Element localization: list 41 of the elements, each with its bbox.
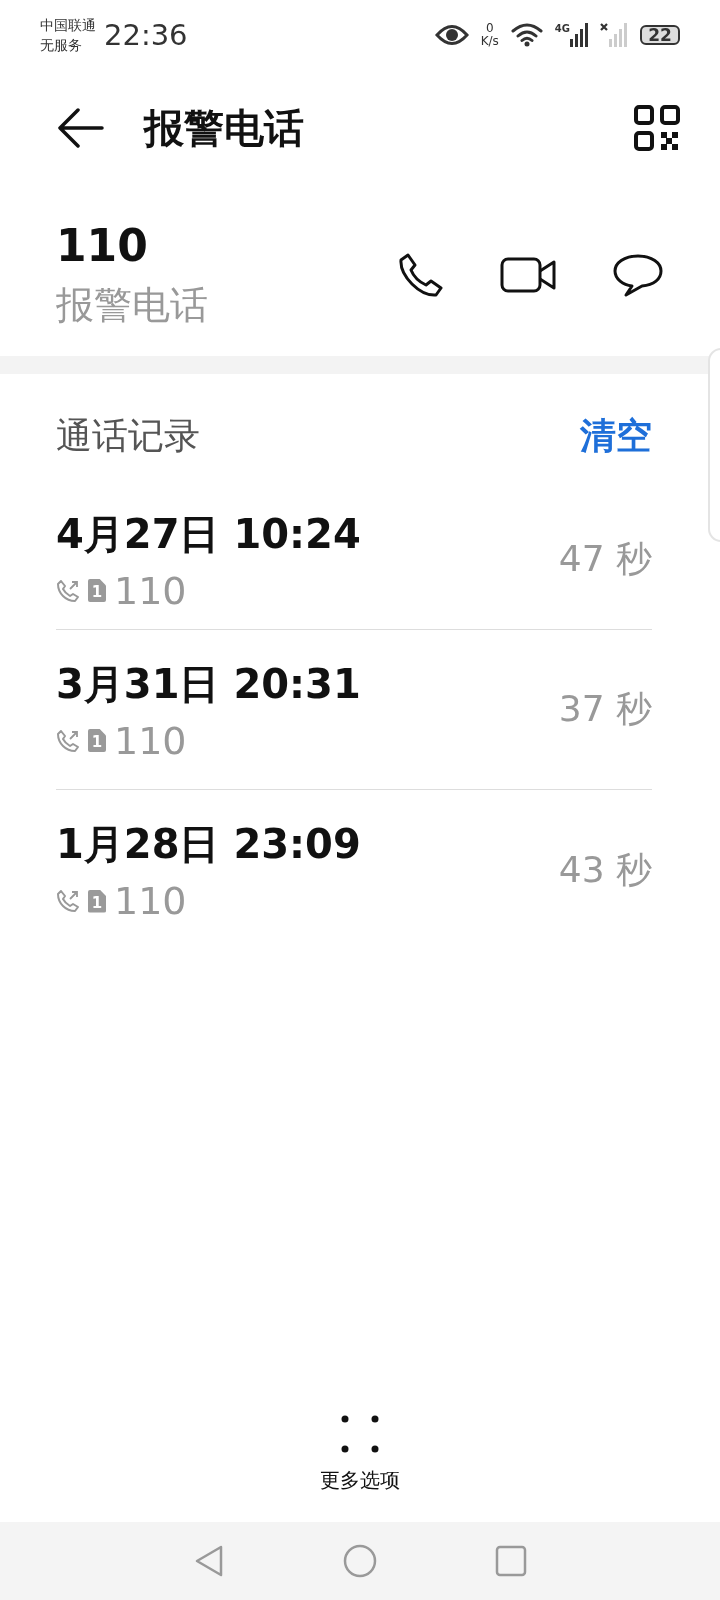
clock: 22:36: [104, 18, 188, 52]
eye-icon: [434, 24, 469, 46]
service-status: 无服务: [40, 36, 83, 55]
qr-code-icon[interactable]: [634, 105, 680, 151]
network-type: 4G: [554, 23, 570, 34]
call-number: 110: [114, 568, 187, 613]
call-datetime: 1月28日 23:09: [56, 820, 362, 869]
call-duration: 43 秒: [558, 847, 652, 892]
battery-indicator: 22: [640, 25, 680, 45]
outgoing-call-icon: [56, 728, 80, 753]
call-datetime: 3月31日 20:31: [56, 659, 362, 709]
call-duration: 47 秒: [558, 537, 652, 581]
speed-value: 0: [485, 22, 494, 35]
message-icon[interactable]: [612, 253, 664, 297]
speed-unit: K/s: [480, 35, 499, 48]
home-circle-icon[interactable]: [343, 1544, 377, 1578]
back-arrow-icon[interactable]: [56, 108, 104, 148]
page-title: 报警电话: [144, 103, 305, 153]
contact-number: 110: [56, 219, 149, 273]
phone-icon[interactable]: [398, 252, 444, 298]
outgoing-call-icon: [56, 889, 80, 913]
sim-badge: 1: [88, 729, 106, 752]
more-options-label[interactable]: 更多选项: [320, 1467, 400, 1494]
sim-badge: 1: [88, 889, 106, 913]
call-number: 110: [114, 718, 187, 763]
recents-square-icon[interactable]: [495, 1545, 527, 1577]
section-title: 通话记录: [56, 413, 200, 458]
carrier-name: 中国联通: [40, 16, 96, 35]
sim-badge: 1: [88, 579, 106, 602]
back-triangle-icon[interactable]: [193, 1544, 225, 1578]
call-duration: 37 秒: [558, 687, 652, 731]
signal-icon: [570, 23, 588, 47]
more-dots-icon[interactable]: [341, 1415, 379, 1453]
outgoing-call-icon: [56, 578, 80, 603]
clear-button[interactable]: 清空: [580, 411, 652, 461]
call-datetime: 4月27日 10:24: [56, 509, 362, 559]
video-call-icon[interactable]: [500, 257, 556, 293]
contact-label: 报警电话: [56, 282, 209, 329]
call-number: 110: [114, 879, 187, 923]
no-signal-icon: [600, 23, 628, 47]
wifi-icon: [510, 23, 543, 47]
